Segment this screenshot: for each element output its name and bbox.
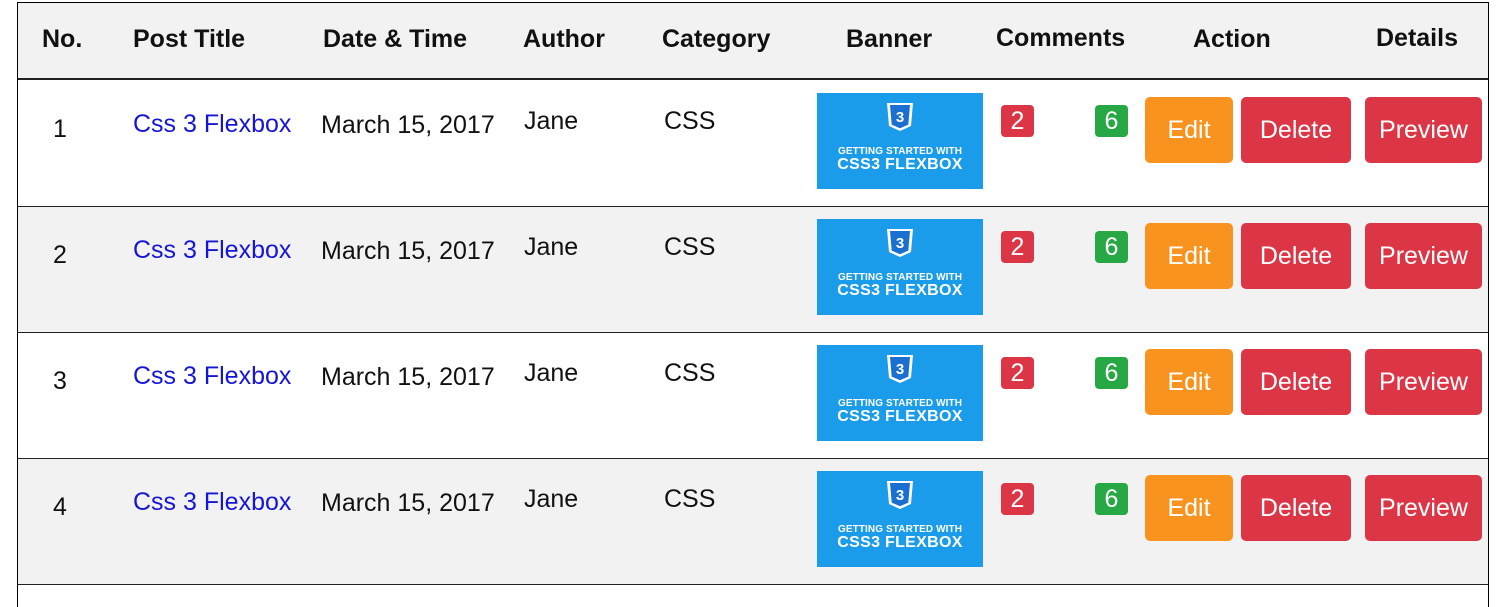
header-no: No. <box>42 25 83 53</box>
post-title-link[interactable]: Css 3 Flexbox <box>133 236 291 265</box>
header-author: Author <box>523 25 605 53</box>
post-date: March 15, 2017 <box>321 111 495 139</box>
post-author: Jane <box>524 233 579 261</box>
comment-count-badge-red: 2 <box>1001 231 1034 263</box>
delete-button[interactable]: Delete <box>1241 97 1351 163</box>
preview-button[interactable]: Preview <box>1365 349 1482 415</box>
preview-button[interactable]: Preview <box>1365 97 1482 163</box>
post-category: CSS <box>664 485 716 513</box>
banner-title: CSS3 FLEXBOX <box>837 408 963 425</box>
edit-button[interactable]: Edit <box>1145 97 1233 163</box>
comment-count-badge-green: 6 <box>1095 105 1128 137</box>
svg-text:3: 3 <box>896 109 904 126</box>
delete-button[interactable]: Delete <box>1241 475 1351 541</box>
svg-text:3: 3 <box>896 361 904 378</box>
edit-button[interactable]: Edit <box>1145 223 1233 289</box>
row-number: 1 <box>53 115 67 143</box>
row-number: 2 <box>53 241 67 269</box>
header-action: Action <box>1193 25 1271 53</box>
post-title-link[interactable]: Css 3 Flexbox <box>133 488 291 517</box>
row-number: 3 <box>53 367 67 395</box>
header-date-time: Date & Time <box>323 25 468 53</box>
table-row: 1 Css 3 Flexbox March 15, 2017 Jane CSS … <box>18 81 1488 207</box>
comment-count-badge-green: 6 <box>1095 231 1128 263</box>
posts-table: No. Post Title Date & Time Author Catego… <box>17 2 1489 607</box>
banner-image: 3 GETTING STARTED WITH CSS3 FLEXBOX <box>817 345 983 441</box>
table-row: 2 Css 3 Flexbox March 15, 2017 Jane CSS … <box>18 207 1488 333</box>
preview-button[interactable]: Preview <box>1365 223 1482 289</box>
banner-image: 3 GETTING STARTED WITH CSS3 FLEXBOX <box>817 93 983 189</box>
post-author: Jane <box>524 485 579 513</box>
post-date: March 15, 2017 <box>321 237 495 265</box>
svg-text:3: 3 <box>896 235 904 252</box>
banner-title: CSS3 FLEXBOX <box>837 534 963 551</box>
post-date: March 15, 2017 <box>321 489 495 517</box>
banner-title: CSS3 FLEXBOX <box>837 282 963 299</box>
post-category: CSS <box>664 359 716 387</box>
css3-logo-icon: 3 <box>887 355 913 383</box>
delete-button[interactable]: Delete <box>1241 349 1351 415</box>
post-author: Jane <box>524 359 579 387</box>
header-comments: Comments <box>996 24 1126 52</box>
header-details: Details <box>1376 24 1458 52</box>
comment-count-badge-green: 6 <box>1095 483 1128 515</box>
row-number: 4 <box>53 493 67 521</box>
table-row: 3 Css 3 Flexbox March 15, 2017 Jane CSS … <box>18 333 1488 459</box>
banner-image: 3 GETTING STARTED WITH CSS3 FLEXBOX <box>817 471 983 567</box>
preview-button[interactable]: Preview <box>1365 475 1482 541</box>
post-date: March 15, 2017 <box>321 363 495 391</box>
edit-button[interactable]: Edit <box>1145 475 1233 541</box>
comment-count-badge-red: 2 <box>1001 357 1034 389</box>
css3-logo-icon: 3 <box>887 229 913 257</box>
comment-count-badge-green: 6 <box>1095 357 1128 389</box>
post-title-link[interactable]: Css 3 Flexbox <box>133 362 291 391</box>
delete-button[interactable]: Delete <box>1241 223 1351 289</box>
comment-count-badge-red: 2 <box>1001 483 1034 515</box>
header-category: Category <box>662 25 771 53</box>
css3-logo-icon: 3 <box>887 481 913 509</box>
comment-count-badge-red: 2 <box>1001 105 1034 137</box>
edit-button[interactable]: Edit <box>1145 349 1233 415</box>
svg-text:3: 3 <box>896 487 904 504</box>
banner-image: 3 GETTING STARTED WITH CSS3 FLEXBOX <box>817 219 983 315</box>
header-post-title: Post Title <box>133 25 246 53</box>
post-title-link[interactable]: Css 3 Flexbox <box>133 110 291 139</box>
banner-title: CSS3 FLEXBOX <box>837 156 963 173</box>
css3-logo-icon: 3 <box>887 103 913 131</box>
post-category: CSS <box>664 233 716 261</box>
post-category: CSS <box>664 107 716 135</box>
post-author: Jane <box>524 107 579 135</box>
header-banner: Banner <box>846 25 933 53</box>
table-header: No. Post Title Date & Time Author Catego… <box>18 3 1488 80</box>
table-row: 4 Css 3 Flexbox March 15, 2017 Jane CSS … <box>18 459 1488 585</box>
